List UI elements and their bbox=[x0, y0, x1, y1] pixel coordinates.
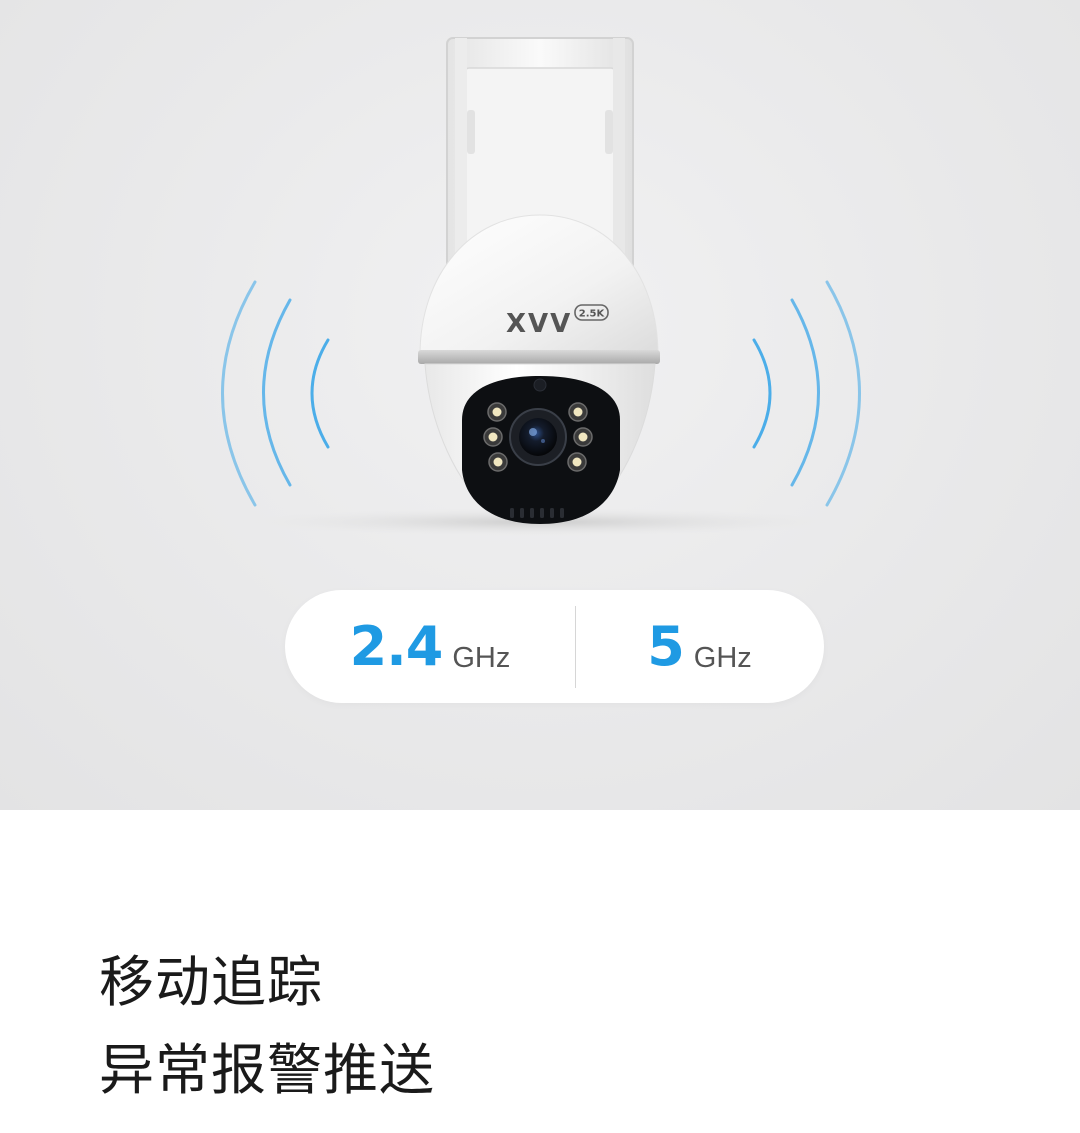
camera-lens bbox=[509, 408, 567, 466]
band-5ghz: 5 GHz bbox=[575, 590, 824, 703]
wifi-wave-left-icon bbox=[221, 280, 330, 507]
band-unit: GHz bbox=[452, 642, 511, 674]
feature-caption: 移动追踪 异常报警推送 bbox=[99, 938, 435, 1114]
brand-logo: XVV bbox=[506, 309, 572, 339]
camera-ring bbox=[418, 350, 660, 364]
band-value: 5 bbox=[647, 614, 685, 678]
wifi-band-pill: 2.4 GHz 5 GHz bbox=[285, 590, 824, 703]
caption-line-motion-tracking: 移动追踪 bbox=[99, 950, 324, 1014]
product-hero: XVV 2.5K 2.4 GHz 5 GHz bbox=[0, 0, 1080, 810]
band-2-4ghz: 2.4 GHz bbox=[285, 590, 575, 703]
caption-line-alert-push: 异常报警推送 bbox=[99, 1038, 436, 1102]
resolution-badge: 2.5K bbox=[579, 309, 606, 320]
band-value: 2.4 bbox=[349, 614, 444, 678]
band-unit: GHz bbox=[693, 642, 752, 674]
wifi-wave-right-icon bbox=[752, 280, 861, 507]
